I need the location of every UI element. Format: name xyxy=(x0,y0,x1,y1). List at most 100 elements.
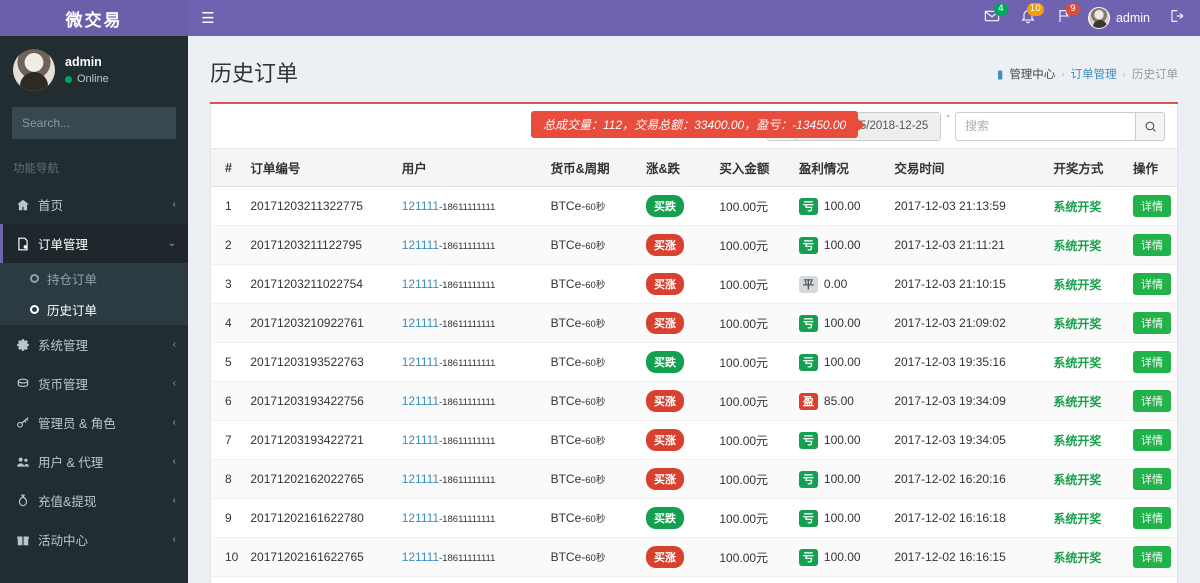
chevron-left-icon: ‹ xyxy=(172,534,176,545)
orders-table: # 订单编号 用户 货币&周期 涨&跌 买入金额 盈利情况 交易时间 开奖方式 … xyxy=(211,148,1177,577)
sidebar-item-label: 用户 & 代理 xyxy=(38,456,104,470)
cell-actions: 详情 xyxy=(1127,537,1177,577)
circle-icon xyxy=(30,274,39,283)
user-link[interactable]: 121111 xyxy=(402,511,439,525)
cell-currency: BTCe-60秒 xyxy=(544,303,640,343)
hamburger-icon: ☰ xyxy=(201,10,215,27)
sidebar-item-orders[interactable]: 订单管理 ⌄ xyxy=(0,224,188,263)
notifications-button[interactable]: 10 xyxy=(1010,0,1046,36)
profit-badge: 亏 xyxy=(798,236,818,254)
logout-button[interactable] xyxy=(1160,0,1192,36)
table-row: 5 20171203193522763 121111-18611111111 BTCe… xyxy=(211,342,1177,382)
cell-currency: BTCe-60秒 xyxy=(544,342,640,382)
detail-button[interactable]: 详情 xyxy=(1133,507,1171,529)
sidebar-search-input[interactable] xyxy=(12,116,187,130)
main-content: 历史订单 ▮ 管理中心 › 订单管理 › 历史订单 总成交量：112，交易总额：… xyxy=(188,36,1200,583)
user-link[interactable]: 121111 xyxy=(402,277,439,291)
user-link[interactable]: 121111 xyxy=(402,199,439,213)
sidebar-item-activity-center[interactable]: 活动中心 ‹ xyxy=(0,520,188,559)
sidebar-subitem-history-orders[interactable]: 历史订单 xyxy=(0,294,188,325)
user-link[interactable]: 121111 xyxy=(402,433,439,447)
sidebar-subitem-label: 持仓订单 xyxy=(47,273,98,287)
sidebar-item-currency[interactable]: 货币管理 ‹ xyxy=(0,364,188,403)
cell-order-no: 20171203193522763 xyxy=(244,342,396,382)
cell-actions: 详情 xyxy=(1127,225,1177,265)
cell-method: 系统开奖 xyxy=(1047,420,1127,460)
sidebar-item-label: 充值&提现 xyxy=(38,495,97,509)
currency-period: 60秒 xyxy=(585,241,606,252)
detail-button[interactable]: 详情 xyxy=(1133,429,1171,451)
cell-time: 2017-12-03 21:11:21 xyxy=(888,225,1048,265)
sidebar-item-home[interactable]: 首页 ‹ xyxy=(0,185,188,224)
sidebar-item-deposit-withdraw[interactable]: 充值&提现 ‹ xyxy=(0,481,188,520)
user-menu[interactable]: admin xyxy=(1082,7,1160,29)
table-footer: 当前为 1 至 10 条数据，共 112 条，每页 10 条 «12345678… xyxy=(211,577,1177,583)
currency-period: 60秒 xyxy=(585,319,606,330)
detail-button[interactable]: 详情 xyxy=(1133,312,1171,334)
profit-value: 0.00 xyxy=(823,277,848,291)
sidebar-item-label: 管理员 & 角色 xyxy=(38,417,116,431)
sidebar-search[interactable] xyxy=(12,107,187,139)
gift-icon xyxy=(16,533,38,547)
coins-icon xyxy=(16,377,38,391)
cell-index: 4 xyxy=(211,303,245,343)
cell-order-no: 20171203210922761 xyxy=(244,303,396,343)
messages-button[interactable]: 4 xyxy=(974,0,1010,36)
user-link[interactable]: 121111 xyxy=(402,472,439,486)
user-phone: -18611111111 xyxy=(439,475,496,486)
sidebar-item-users-agents[interactable]: 用户 & 代理 ‹ xyxy=(0,442,188,481)
cell-profit: 亏 100.00 xyxy=(792,537,889,577)
breadcrumb-item-orders[interactable]: 订单管理 xyxy=(1071,66,1117,82)
detail-button[interactable]: 详情 xyxy=(1133,390,1171,412)
cell-method: 系统开奖 xyxy=(1047,264,1127,304)
sidebar-profile[interactable]: admin Online xyxy=(0,36,188,104)
detail-button[interactable]: 详情 xyxy=(1133,468,1171,490)
col-order-no: 订单编号 xyxy=(244,148,396,187)
sidebar-item-label: 活动中心 xyxy=(38,534,89,548)
cell-actions: 详情 xyxy=(1127,342,1177,382)
detail-button[interactable]: 详情 xyxy=(1133,195,1171,217)
breadcrumb-item-home[interactable]: 管理中心 xyxy=(1009,66,1055,82)
cell-index: 3 xyxy=(211,264,245,304)
currency-name: BTCe-60秒 xyxy=(550,316,606,330)
user-link[interactable]: 121111 xyxy=(402,316,439,330)
detail-button[interactable]: 详情 xyxy=(1133,351,1171,373)
cell-currency: BTCe-60秒 xyxy=(544,498,640,538)
direction-badge: 买跌 xyxy=(645,351,684,373)
cell-amount: 100.00元 xyxy=(713,186,793,226)
col-profit: 盈利情况 xyxy=(792,148,889,187)
sidebar-toggle-button[interactable]: ☰ xyxy=(188,0,228,36)
detail-button[interactable]: 详情 xyxy=(1133,546,1171,568)
cell-currency: BTCe-60秒 xyxy=(544,186,640,226)
currency-period: 60秒 xyxy=(585,436,606,447)
tasks-button[interactable]: 9 xyxy=(1046,0,1082,36)
detail-button[interactable]: 详情 xyxy=(1133,234,1171,256)
profit-wrap: 亏 100.00 xyxy=(798,236,882,254)
cell-amount: 100.00元 xyxy=(713,498,793,538)
profit-wrap: 亏 100.00 xyxy=(798,470,882,488)
cell-currency: BTCe-60秒 xyxy=(544,459,640,499)
sidebar-item-admin-roles[interactable]: 管理员 & 角色 ‹ xyxy=(0,403,188,442)
detail-button[interactable]: 详情 xyxy=(1133,273,1171,295)
search-button[interactable] xyxy=(1135,111,1165,141)
orders-panel: 总成交量：112，交易总额：33400.00，盈亏：-13450.00 2017… xyxy=(210,104,1178,583)
brand-logo[interactable]: 微交易 xyxy=(0,0,188,36)
user-link[interactable]: 121111 xyxy=(402,238,439,252)
user-link[interactable]: 121111 xyxy=(402,550,439,564)
summary-badge: 总成交量：112，交易总额：33400.00，盈亏：-13450.00 xyxy=(531,111,866,138)
search-input[interactable] xyxy=(955,111,1135,141)
direction-badge: 买涨 xyxy=(645,429,684,451)
user-link[interactable]: 121111 xyxy=(402,355,439,369)
profit-value: 100.00 xyxy=(823,550,861,564)
sidebar-subitem-open-positions[interactable]: 持仓订单 xyxy=(0,263,188,294)
user-phone: -18611111111 xyxy=(439,514,496,525)
table-row: 9 20171202161622780 121111-18611111111 BTCe… xyxy=(211,498,1177,538)
sidebar-item-system[interactable]: 系统管理 ‹ xyxy=(0,325,188,364)
user-link[interactable]: 121111 xyxy=(402,394,439,408)
cell-amount: 100.00元 xyxy=(713,264,793,304)
circle-icon xyxy=(30,305,39,314)
user-phone: -18611111111 xyxy=(439,436,496,447)
direction-badge: 买涨 xyxy=(645,234,684,256)
sidebar-subitem-label: 历史订单 xyxy=(47,304,98,318)
col-direction: 涨&跌 xyxy=(639,148,714,187)
